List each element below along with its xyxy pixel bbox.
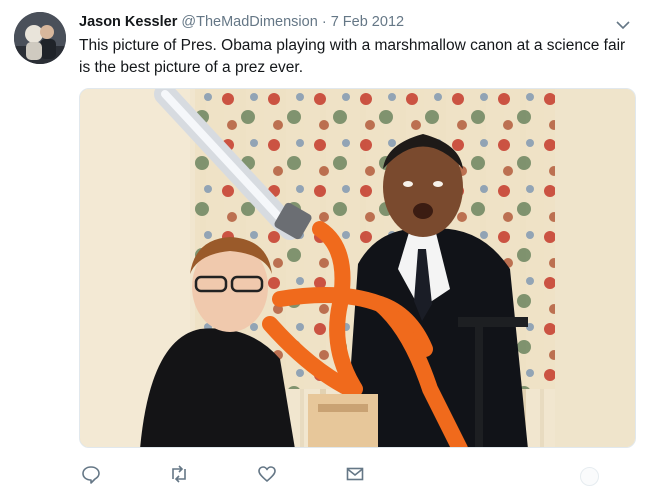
tweet-header: Jason Kessler @TheMadDimension · 7 Feb 2… [79,12,632,32]
tweet-date[interactable]: 7 Feb 2012 [331,14,404,30]
chevron-down-icon[interactable] [616,16,630,30]
tweet-text: This picture of Pres. Obama playing with… [79,37,626,76]
author-name[interactable]: Jason Kessler [79,14,177,30]
avatar-image [14,12,66,64]
tweet-actions [79,462,619,486]
retweet-icon[interactable] [167,462,191,486]
envelope-icon[interactable] [343,462,367,486]
tweet-card: Jason Kessler @TheMadDimension · 7 Feb 2… [0,0,648,493]
status-indicator [580,467,599,486]
heart-icon[interactable] [255,462,279,486]
header-separator: · [321,14,327,30]
tweet-photo[interactable] [79,88,636,448]
avatar[interactable] [14,12,66,64]
photo-illustration [80,89,635,447]
reply-icon[interactable] [79,462,103,486]
author-handle[interactable]: @TheMadDimension [181,14,317,30]
